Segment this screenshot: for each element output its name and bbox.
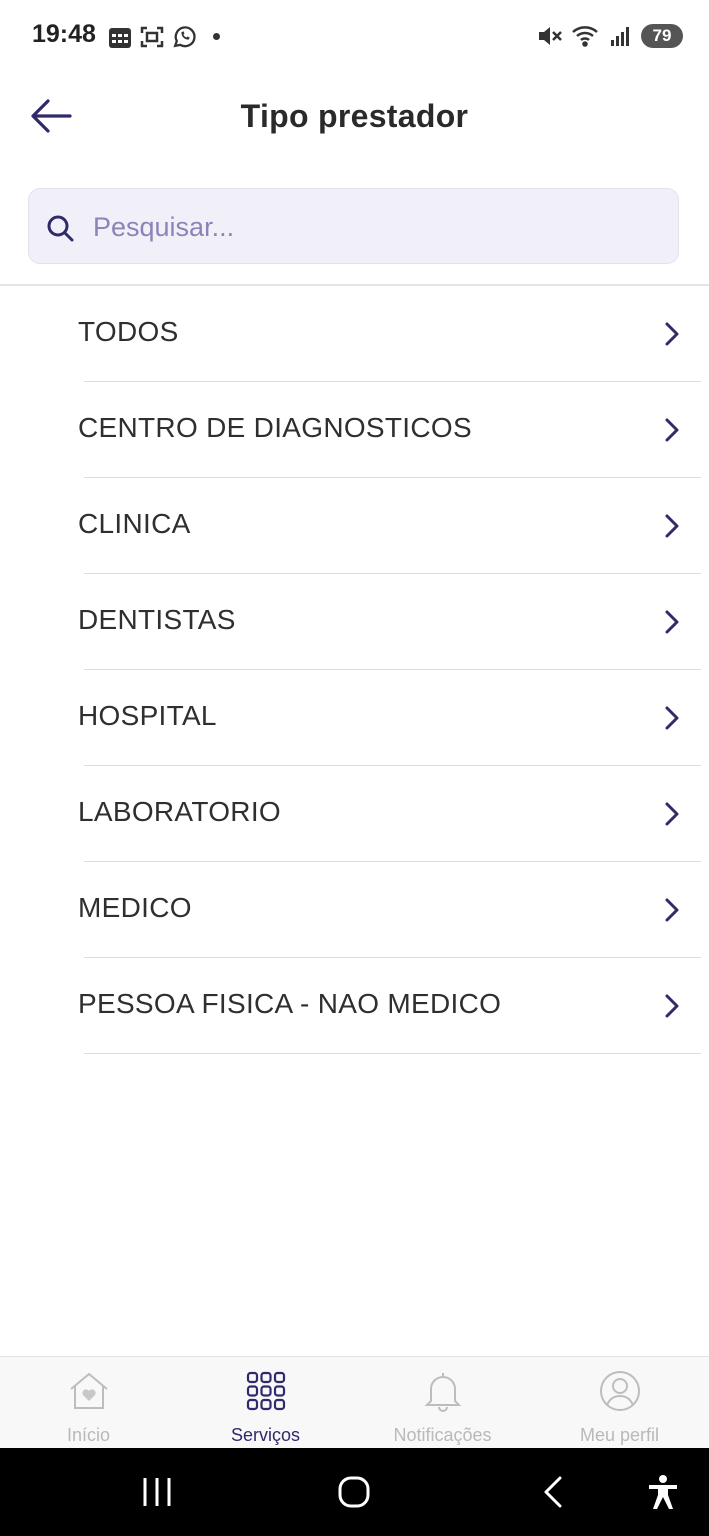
chevron-right-icon bbox=[665, 514, 679, 538]
nav-label: Meu perfil bbox=[579, 1425, 660, 1445]
nav-label: Serviços bbox=[230, 1425, 301, 1445]
bottom-nav: Início Serviços Notificações Meu perfil bbox=[0, 1356, 709, 1448]
chevron-right-icon bbox=[665, 898, 679, 922]
list-item-label: CLINICA bbox=[78, 508, 191, 539]
chevron-right-icon bbox=[665, 610, 679, 634]
chevron-right-icon bbox=[665, 322, 679, 346]
list-item-pessoa-fisica-nao-medico[interactable]: PESSOA FISICA - NAO MEDICO bbox=[0, 958, 709, 1054]
list-item-laboratorio[interactable]: LABORATORIO bbox=[0, 766, 709, 862]
grid-icon bbox=[246, 1371, 285, 1411]
calendar-icon bbox=[109, 27, 131, 48]
list-item-todos[interactable]: TODOS bbox=[0, 286, 709, 382]
chevron-right-icon bbox=[665, 994, 679, 1018]
system-nav-bar bbox=[0, 1448, 709, 1536]
back-nav-icon[interactable] bbox=[540, 1474, 568, 1510]
list-item-hospital[interactable]: HOSPITAL bbox=[0, 670, 709, 766]
bell-icon bbox=[424, 1373, 461, 1412]
status-icons-right: 79 bbox=[537, 24, 683, 48]
page-title: Tipo prestador bbox=[240, 98, 469, 134]
nav-label: Início bbox=[66, 1425, 111, 1445]
search-icon bbox=[47, 215, 74, 242]
nav-item-meu-perfil[interactable]: Meu perfil bbox=[531, 1357, 708, 1449]
list-item-dentistas[interactable]: DENTISTAS bbox=[0, 574, 709, 670]
list-item-medico[interactable]: MEDICO bbox=[0, 862, 709, 958]
search-input[interactable] bbox=[91, 201, 665, 253]
list-item-clinica[interactable]: CLINICA bbox=[0, 478, 709, 574]
battery-indicator: 79 bbox=[641, 24, 683, 48]
search-box[interactable] bbox=[28, 188, 679, 264]
list-item-label: MEDICO bbox=[78, 892, 192, 923]
list-item-label: HOSPITAL bbox=[78, 700, 217, 731]
signal-icon bbox=[611, 27, 629, 46]
provider-type-list: TODOS CENTRO DE DIAGNOSTICOS CLINICA DEN… bbox=[0, 286, 709, 1054]
nav-item-notificacoes[interactable]: Notificações bbox=[354, 1357, 531, 1449]
user-circle-icon bbox=[599, 1371, 640, 1411]
status-bar: 19:48 79 bbox=[0, 0, 709, 76]
list-item-label: DENTISTAS bbox=[78, 604, 236, 635]
nav-label: Notificações bbox=[393, 1425, 492, 1445]
status-icons-left bbox=[108, 24, 220, 49]
header: Tipo prestador bbox=[0, 80, 709, 160]
recent-apps-icon[interactable] bbox=[140, 1474, 174, 1510]
list-item-label: CENTRO DE DIAGNOSTICOS bbox=[78, 412, 472, 443]
notification-dot bbox=[213, 33, 220, 40]
nav-item-inicio[interactable]: Início bbox=[0, 1357, 177, 1449]
accessibility-icon[interactable] bbox=[646, 1474, 680, 1510]
nav-item-servicos[interactable]: Serviços bbox=[177, 1357, 354, 1449]
whatsapp-icon bbox=[173, 26, 196, 48]
chevron-right-icon bbox=[665, 802, 679, 826]
list-item-centro-de-diagnosticos[interactable]: CENTRO DE DIAGNOSTICOS bbox=[0, 382, 709, 478]
home-heart-icon bbox=[69, 1372, 108, 1409]
home-icon[interactable] bbox=[336, 1474, 372, 1510]
wifi-icon bbox=[572, 26, 598, 47]
chevron-right-icon bbox=[665, 418, 679, 442]
list-item-label: TODOS bbox=[78, 316, 179, 347]
list-item-label: PESSOA FISICA - NAO MEDICO bbox=[78, 988, 502, 1019]
scan-icon bbox=[140, 26, 164, 47]
divider bbox=[84, 1053, 701, 1054]
status-time: 19:48 bbox=[32, 20, 96, 48]
list-item-label: LABORATORIO bbox=[78, 796, 281, 827]
chevron-right-icon bbox=[665, 706, 679, 730]
mute-icon bbox=[539, 27, 562, 45]
